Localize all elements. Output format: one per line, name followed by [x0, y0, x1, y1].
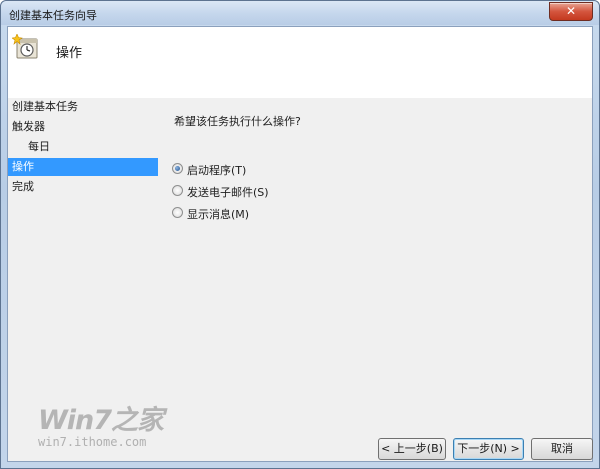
radio-selected-dot — [175, 166, 180, 171]
page-title: 操作 — [56, 46, 83, 61]
window-title: 创建基本任务向导 — [9, 9, 97, 22]
radio-button-icon[interactable] — [172, 185, 183, 196]
radio-button-icon[interactable] — [172, 163, 183, 174]
watermark-url: win7.ithome.com — [38, 435, 147, 449]
step-item-daily[interactable]: 每日 — [8, 138, 158, 156]
wizard-body: 创建基本任务 触发器 每日 操作 完成 希望该任务执行什么操作? 启动程序(T)… — [8, 98, 593, 461]
wizard-client-area: 操作 创建基本任务 触发器 每日 操作 完成 希望该任务执行什么操作? 启动程序… — [7, 26, 593, 462]
close-button[interactable]: ✕ — [549, 2, 593, 21]
step-item-trigger[interactable]: 触发器 — [8, 118, 158, 136]
wizard-window: 创建基本任务向导 ✕ 操作 创建基本任务 触发器 每日 操作 完成 希望该任务执… — [0, 0, 600, 469]
close-icon: ✕ — [565, 4, 577, 18]
step-list: 创建基本任务 触发器 每日 操作 完成 — [8, 98, 158, 421]
wizard-header: 操作 — [8, 27, 592, 98]
radio-label[interactable]: 发送电子邮件(S) — [187, 184, 269, 200]
radio-label[interactable]: 显示消息(M) — [187, 206, 249, 222]
title-bar[interactable]: 创建基本任务向导 ✕ — [1, 1, 599, 25]
step-item-create-basic-task[interactable]: 创建基本任务 — [8, 98, 158, 116]
back-button[interactable]: < 上一步(B) — [378, 438, 446, 460]
watermark-logo: Win7之家 — [38, 405, 164, 436]
radio-button-icon[interactable] — [172, 207, 183, 218]
scheduled-task-icon — [12, 34, 38, 59]
cancel-button[interactable]: 取消 — [531, 438, 593, 460]
step-item-finish[interactable]: 完成 — [8, 178, 158, 196]
next-button[interactable]: 下一步(N) > — [453, 438, 524, 460]
radio-label[interactable]: 启动程序(T) — [187, 162, 246, 178]
watermark: Win7之家 win7.ithome.com — [38, 398, 164, 449]
step-item-action[interactable]: 操作 — [8, 158, 158, 176]
action-question: 希望该任务执行什么操作? — [174, 115, 301, 128]
